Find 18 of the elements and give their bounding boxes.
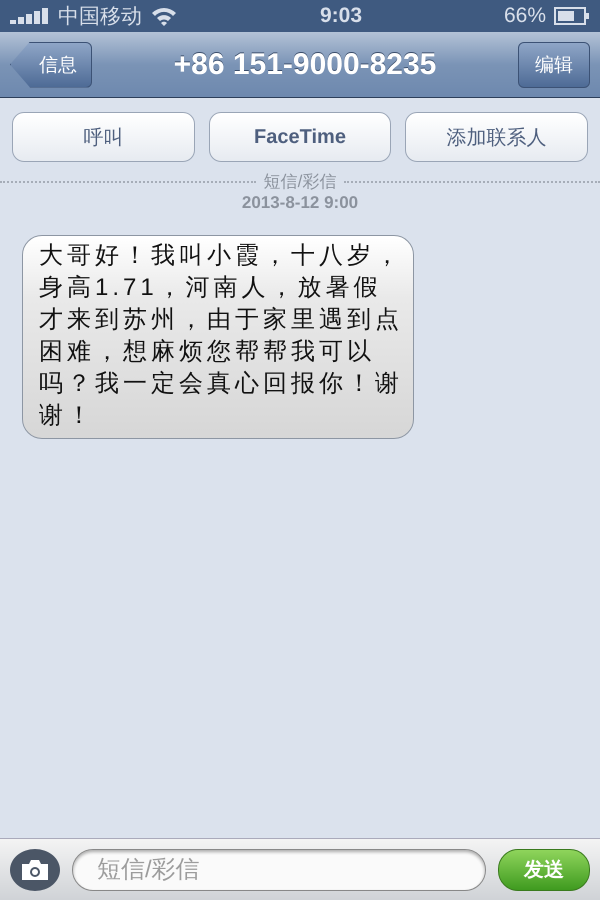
clock-time: 9:03: [320, 4, 362, 27]
camera-icon: [20, 858, 50, 880]
camera-button[interactable]: [10, 848, 60, 890]
battery-icon: [554, 7, 590, 25]
wifi-icon: [150, 6, 178, 26]
carrier-name: 中国移动: [58, 4, 142, 30]
edit-button[interactable]: 编辑: [518, 42, 590, 88]
message-bubble: 大哥好！我叫小霞，十八岁，身高1.71，河南人，放暑假才来到苏州，由于家里遇到点困难，想麻烦您帮帮我可以吗？我一定会真心回报你！谢谢！: [22, 235, 414, 439]
service-label: 短信/彩信: [264, 171, 336, 193]
action-button[interactable]: 添加联系人: [405, 112, 588, 162]
back-button[interactable]: 信息: [10, 42, 92, 88]
message-input[interactable]: 短信/彩信: [72, 848, 486, 890]
contact-number: +86 151-9000-8235: [172, 48, 438, 82]
battery-percent: 66%: [504, 4, 546, 28]
message-timestamp: 2013-8-12 9:00: [240, 193, 360, 213]
action-button[interactable]: 呼叫: [12, 112, 195, 162]
signal-icon: [10, 8, 50, 24]
action-button[interactable]: FaceTime: [208, 112, 392, 162]
